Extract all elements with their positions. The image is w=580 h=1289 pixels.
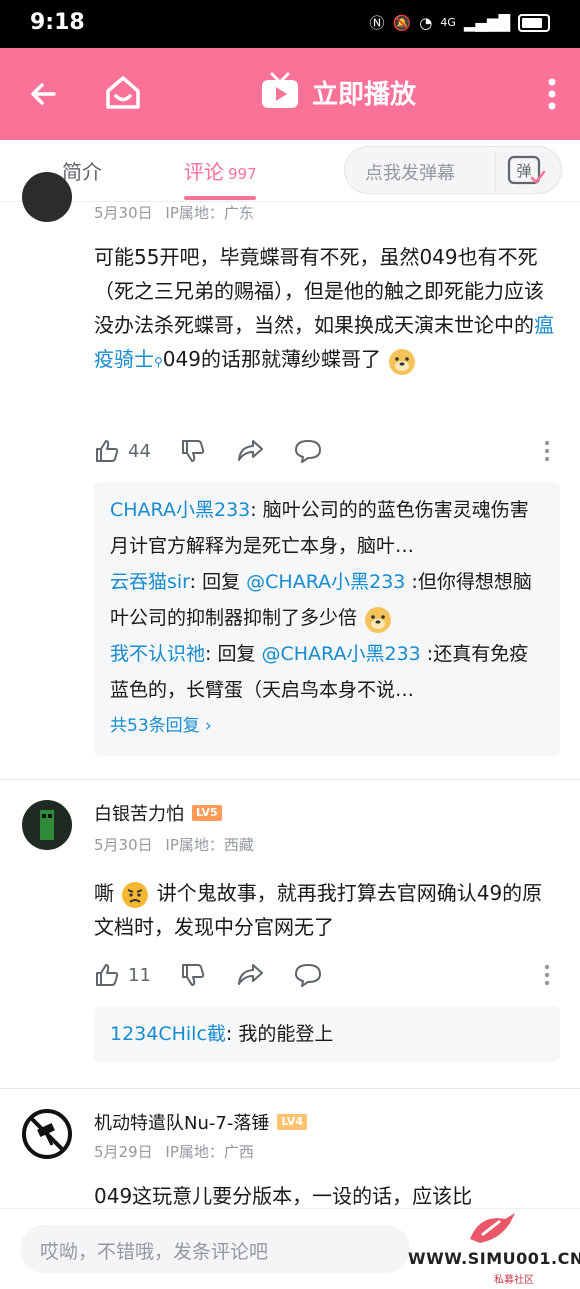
svg-text:弹: 弹: [516, 162, 531, 180]
search-icon: ⚲: [154, 355, 163, 369]
play-now-button[interactable]: 立即播放: [260, 72, 416, 112]
avatar[interactable]: [22, 172, 72, 222]
network-label: 4G: [440, 16, 456, 29]
tab-comments[interactable]: 评论 997: [184, 156, 257, 185]
home-button[interactable]: [102, 72, 144, 114]
danmaku-icon: 弹: [507, 155, 545, 185]
level-badge: LV5: [192, 805, 222, 821]
reply-item: 我不认识祂: 回复 @CHARA小黑233 :还真有免疫蓝色的，长臂蛋（天启鸟本…: [110, 643, 529, 701]
comments-count: 997: [228, 165, 257, 183]
comment-more-icon[interactable]: [544, 964, 550, 986]
reply-button[interactable]: [294, 438, 322, 464]
wifi-icon: ◔: [419, 13, 433, 32]
reply-username[interactable]: 1234CHilc截: [110, 1023, 226, 1045]
more-options-button[interactable]: [546, 76, 558, 112]
comment-ip: IP属地：广西: [165, 1143, 254, 1161]
comment-date: 5月30日: [94, 836, 153, 854]
like-count: 44: [128, 440, 151, 462]
comment-bubble-icon: [295, 964, 321, 987]
site-watermark: WWW.SIMU001.CN 私募社区: [404, 1209, 580, 1289]
share-button[interactable]: [236, 962, 264, 988]
watermark-text: WWW.SIMU001.CN: [408, 1249, 580, 1268]
more-vertical-icon: [548, 78, 556, 110]
signal-icon: ▂▄▆█: [463, 13, 510, 32]
reply-username[interactable]: 我不认识祂: [110, 643, 205, 665]
like-button[interactable]: 44: [94, 438, 151, 464]
danmaku-toggle-button[interactable]: 弹: [495, 151, 555, 191]
thumbs-down-icon: [182, 964, 205, 986]
back-arrow-icon: [31, 83, 56, 105]
watermark-logo-icon: [470, 1213, 515, 1243]
angry-emoji-icon: [122, 881, 149, 908]
home-icon: [106, 76, 140, 109]
danmaku-input[interactable]: 点我发弹幕 弹: [344, 146, 562, 194]
reply-item: 1234CHilc截: 我的能登上: [110, 1023, 334, 1045]
danmaku-placeholder: 点我发弹幕: [365, 163, 455, 184]
status-bar: 9:18 Ⓝ 🔕 ◔ 4G ▂▄▆█: [0, 0, 580, 48]
tab-comments-label: 评论: [184, 160, 224, 184]
comment-more-icon[interactable]: [544, 440, 550, 462]
active-tab-indicator: [184, 196, 256, 200]
like-count: 11: [128, 964, 151, 986]
comment-date: 5月29日: [94, 1143, 153, 1161]
comment-input[interactable]: 哎呦，不错哦，发条评论吧: [20, 1225, 410, 1273]
mute-icon: 🔕: [392, 13, 412, 32]
reply-username[interactable]: 云吞猫sir: [110, 571, 190, 593]
battery-icon: [518, 13, 550, 32]
dislike-button[interactable]: [180, 962, 206, 988]
comment-text: 可能55开吧，毕竟蝶哥有不死，虽然049也有不死（死之三兄弟的赐福），但是他的触…: [94, 240, 558, 379]
comment-bubble-icon: [295, 440, 321, 463]
avatar[interactable]: [22, 800, 72, 850]
comment-placeholder: 哎呦，不错哦，发条评论吧: [40, 1241, 269, 1263]
video-topbar: 立即播放: [0, 48, 580, 140]
thumbs-down-icon: [182, 440, 205, 462]
avatar[interactable]: [22, 1109, 72, 1159]
thumbs-up-icon: [96, 964, 119, 986]
status-icons: Ⓝ 🔕 ◔ 4G ▂▄▆█: [370, 12, 550, 33]
reply-preview-box[interactable]: CHARA小黑233: 脑叶公司的的蓝色伤害灵魂伤害月计官方解释为是死亡本身，脑…: [94, 482, 560, 756]
watermark-sub: 私募社区: [494, 1275, 534, 1286]
comment-ip: IP属地：广东: [165, 204, 254, 222]
doge-emoji-icon: [365, 606, 392, 633]
comment-meta: 5月30日 IP属地：广东: [94, 202, 262, 223]
comment-meta: 5月29日 IP属地：广西: [94, 1141, 262, 1162]
no-hammer-avatar-icon: [30, 1117, 64, 1151]
tab-bar: 简介 评论 997 点我发弹幕 弹: [0, 140, 580, 202]
view-all-replies-link[interactable]: 共53条回复 ›: [110, 708, 544, 744]
comment-input-bar: 哎呦，不错哦，发条评论吧 WWW.SIMU001.CN 私募社区: [0, 1208, 580, 1289]
play-now-label: 立即播放: [312, 79, 417, 110]
comment-username[interactable]: 机动特遣队Nu-7-落锤 LV4: [94, 1109, 307, 1135]
divider: [0, 1088, 580, 1089]
share-button[interactable]: [236, 438, 264, 464]
dislike-button[interactable]: [180, 438, 206, 464]
reply-item: 云吞猫sir: 回复 @CHARA小黑233 :但你得想想脑叶公司的抑制器抑制了…: [110, 564, 544, 636]
comment-text: 嘶 讲个鬼故事，就再我打算去官网确认49的原文档时，发现中分官网无了: [94, 881, 543, 939]
comment-actions: 44: [94, 438, 558, 468]
creeper-avatar-icon: [40, 810, 54, 840]
comment-actions: 11: [94, 962, 558, 992]
back-button[interactable]: [24, 74, 64, 114]
comment-username[interactable]: 白银苦力怕 LV5: [94, 800, 222, 826]
like-button[interactable]: 11: [94, 962, 151, 988]
tv-play-icon: [262, 72, 298, 108]
share-icon: [238, 964, 263, 985]
reply-mention[interactable]: @CHARA小黑233: [246, 571, 405, 593]
doge-emoji-icon: [389, 348, 416, 375]
nfc-icon: Ⓝ: [369, 14, 385, 32]
divider: [0, 779, 580, 780]
comment-ip: IP属地：西藏: [165, 836, 254, 854]
reply-button[interactable]: [294, 962, 322, 988]
reply-preview-box[interactable]: 1234CHilc截: 我的能登上: [94, 1006, 560, 1062]
thumbs-up-icon: [96, 440, 119, 462]
tab-intro[interactable]: 简介: [62, 156, 102, 185]
comment-date: 5月30日: [94, 204, 153, 222]
share-icon: [238, 440, 263, 461]
comment-meta: 5月30日 IP属地：西藏: [94, 834, 262, 855]
reply-mention[interactable]: @CHARA小黑233: [262, 643, 421, 665]
status-time: 9:18: [30, 10, 85, 35]
level-badge: LV4: [277, 1114, 307, 1130]
reply-username[interactable]: CHARA小黑233: [110, 499, 250, 521]
reply-item: CHARA小黑233: 脑叶公司的的蓝色伤害灵魂伤害月计官方解释为是死亡本身，脑…: [110, 499, 529, 557]
